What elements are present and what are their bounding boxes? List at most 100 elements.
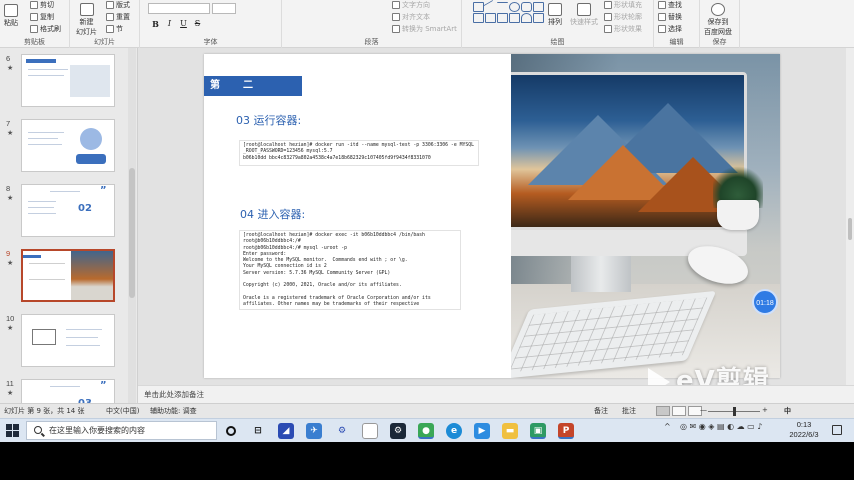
replace-label: 替换	[668, 13, 682, 21]
document-app-icon[interactable]	[362, 423, 378, 439]
arrange-button[interactable]: 排列	[548, 3, 562, 27]
heading-enter-container[interactable]: 04 进入容器:	[240, 206, 305, 222]
layout-button[interactable]: 版式	[106, 0, 130, 10]
cortana-icon[interactable]	[226, 426, 236, 436]
underline-button[interactable]: U	[178, 19, 189, 29]
canvas-scroll-knob[interactable]	[848, 218, 852, 240]
powerpoint-icon[interactable]: P	[558, 423, 574, 439]
bird-app-icon[interactable]: ✈	[306, 423, 322, 439]
format-painter-button[interactable]: 格式刷	[30, 24, 61, 34]
italic-button[interactable]: I	[164, 19, 175, 29]
connector-shape-icon[interactable]	[509, 13, 520, 23]
network-app-icon[interactable]: ⚙	[334, 423, 350, 439]
replace-button[interactable]: 替换	[658, 12, 682, 22]
shape-effects-button[interactable]: 形状效果	[604, 24, 642, 34]
taskbar-search-input[interactable]: 在这里输入你要搜索的内容	[26, 421, 217, 440]
bold-button[interactable]: B	[150, 19, 161, 29]
layout-label: 版式	[116, 1, 130, 9]
edge-browser-icon[interactable]: e	[446, 423, 462, 439]
green-square-app-icon[interactable]: ▣	[530, 423, 546, 439]
thumbnail-slide-6[interactable]: 6 ★	[0, 52, 130, 110]
font-size-select[interactable]	[212, 3, 236, 14]
thumbnail-scrollbar[interactable]	[128, 48, 136, 403]
photo-imac	[511, 72, 747, 230]
thumbnail-slide-9[interactable]: 9 ★	[0, 247, 130, 305]
tray-chevron-icon[interactable]: ^	[664, 422, 671, 431]
current-slide[interactable]: 第 二节 03 运行容器: [root@localhost hezian]# do…	[204, 54, 780, 378]
zoom-slider-thumb[interactable]	[733, 407, 736, 416]
animation-star-icon: ★	[7, 194, 14, 202]
new-slide-button[interactable]: 新建 幻灯片	[76, 3, 97, 37]
smartart-icon	[392, 25, 400, 33]
rectangle-shape-icon[interactable]	[473, 2, 484, 12]
select-button[interactable]: 选择	[658, 24, 682, 34]
thumbnail-preview: 03 ”	[21, 379, 115, 403]
normal-view-button[interactable]	[656, 406, 670, 416]
replace-icon	[658, 13, 666, 21]
triangle-shape-icon[interactable]	[533, 2, 544, 12]
notes-toggle[interactable]: 备注	[594, 406, 608, 416]
accessibility-status[interactable]: 辅助功能: 调查	[150, 406, 197, 416]
zoom-out-button[interactable]: —	[700, 406, 707, 414]
paste-button[interactable]: 粘贴	[4, 4, 18, 28]
shape-fill-button[interactable]: 形状填充	[604, 0, 642, 10]
section-button[interactable]: 节	[106, 24, 123, 34]
copy-button[interactable]: 复制	[30, 12, 54, 22]
oval-shape-icon[interactable]	[509, 2, 520, 12]
ime-indicator[interactable]: 中	[784, 406, 791, 416]
thumbnail-slide-7[interactable]: 7 ★	[0, 117, 130, 175]
arrow-shape-icon[interactable]	[497, 2, 508, 12]
line-shape-icon[interactable]	[483, 0, 498, 15]
windows-start-icon[interactable]	[6, 424, 19, 437]
steam-icon[interactable]: ⚙	[390, 423, 406, 439]
thumb-text-line	[50, 191, 80, 192]
zoom-in-button[interactable]: +	[762, 406, 768, 414]
thumb-image	[70, 65, 110, 97]
tray-app-icons[interactable]: ◎ ✉ ◉ ◈ ▤ ◐ ☁ ▭ ♪	[680, 422, 762, 431]
app-blue-icon[interactable]: ◢	[278, 423, 294, 439]
text-direction-button[interactable]: 文字方向	[392, 0, 430, 10]
curve-shape-icon[interactable]	[521, 13, 532, 23]
block-arrow-shape-icon[interactable]	[473, 13, 484, 23]
notification-center-icon[interactable]	[832, 425, 842, 435]
thumbnail-slide-10[interactable]: 10 ★	[0, 312, 130, 370]
slide-sorter-button[interactable]	[672, 406, 686, 416]
thumbnail-number: 11	[6, 379, 14, 388]
new-slide-icon	[79, 3, 94, 16]
section-char-2: 二	[243, 80, 254, 91]
font-group-label: 字体	[203, 38, 218, 46]
language-indicator[interactable]: 中文(中国)	[106, 406, 139, 416]
green-app-icon[interactable]: ●	[418, 423, 434, 439]
canvas-scrollbar[interactable]	[846, 48, 854, 385]
save-to-baidu-button[interactable]: 保存到 百度网盘	[704, 3, 732, 37]
shapes-gallery[interactable]	[473, 0, 545, 34]
quick-styles-button[interactable]: 快速样式	[570, 3, 598, 27]
media-player-icon[interactable]: ▶	[474, 423, 490, 439]
notes-pane[interactable]: 单击此处添加备注	[138, 385, 854, 403]
heading-run-container[interactable]: 03 运行容器:	[236, 112, 301, 128]
align-text-button[interactable]: 对齐文本	[392, 12, 430, 22]
shape-outline-button[interactable]: 形状轮廓	[604, 12, 642, 22]
reset-button[interactable]: 重置	[106, 12, 130, 22]
strikethrough-button[interactable]: S	[192, 19, 203, 29]
clipboard-group: 粘贴 剪切 复制 格式刷 剪贴板	[0, 0, 70, 48]
taskbar-clock[interactable]: 0:13 2022/6/3	[780, 420, 828, 440]
thumbnail-slide-8[interactable]: 8 ★ 02 ”	[0, 182, 130, 240]
thumbnail-scroll-knob[interactable]	[129, 168, 135, 298]
task-view-icon[interactable]: ⊟	[250, 423, 266, 439]
recording-timer-badge[interactable]: 01:18	[752, 289, 778, 315]
file-explorer-icon[interactable]: ▬	[502, 423, 518, 439]
more-shapes-icon[interactable]	[533, 13, 544, 23]
comments-toggle[interactable]: 批注	[622, 406, 636, 416]
rounded-rect-shape-icon[interactable]	[521, 2, 532, 12]
save-group-label: 保存	[712, 38, 727, 46]
cut-button[interactable]: 剪切	[30, 0, 54, 10]
thumb-text-line	[28, 138, 58, 139]
smartart-button[interactable]: 转换为 SmartArt	[392, 24, 457, 34]
thumbnail-slide-11[interactable]: 11 ★ 03 ”	[0, 377, 130, 403]
desk-photo	[511, 54, 780, 378]
font-name-select[interactable]	[148, 3, 210, 14]
star-shape-icon[interactable]	[497, 13, 508, 23]
brace-shape-icon[interactable]	[485, 13, 496, 23]
find-button[interactable]: 查找	[658, 0, 682, 10]
